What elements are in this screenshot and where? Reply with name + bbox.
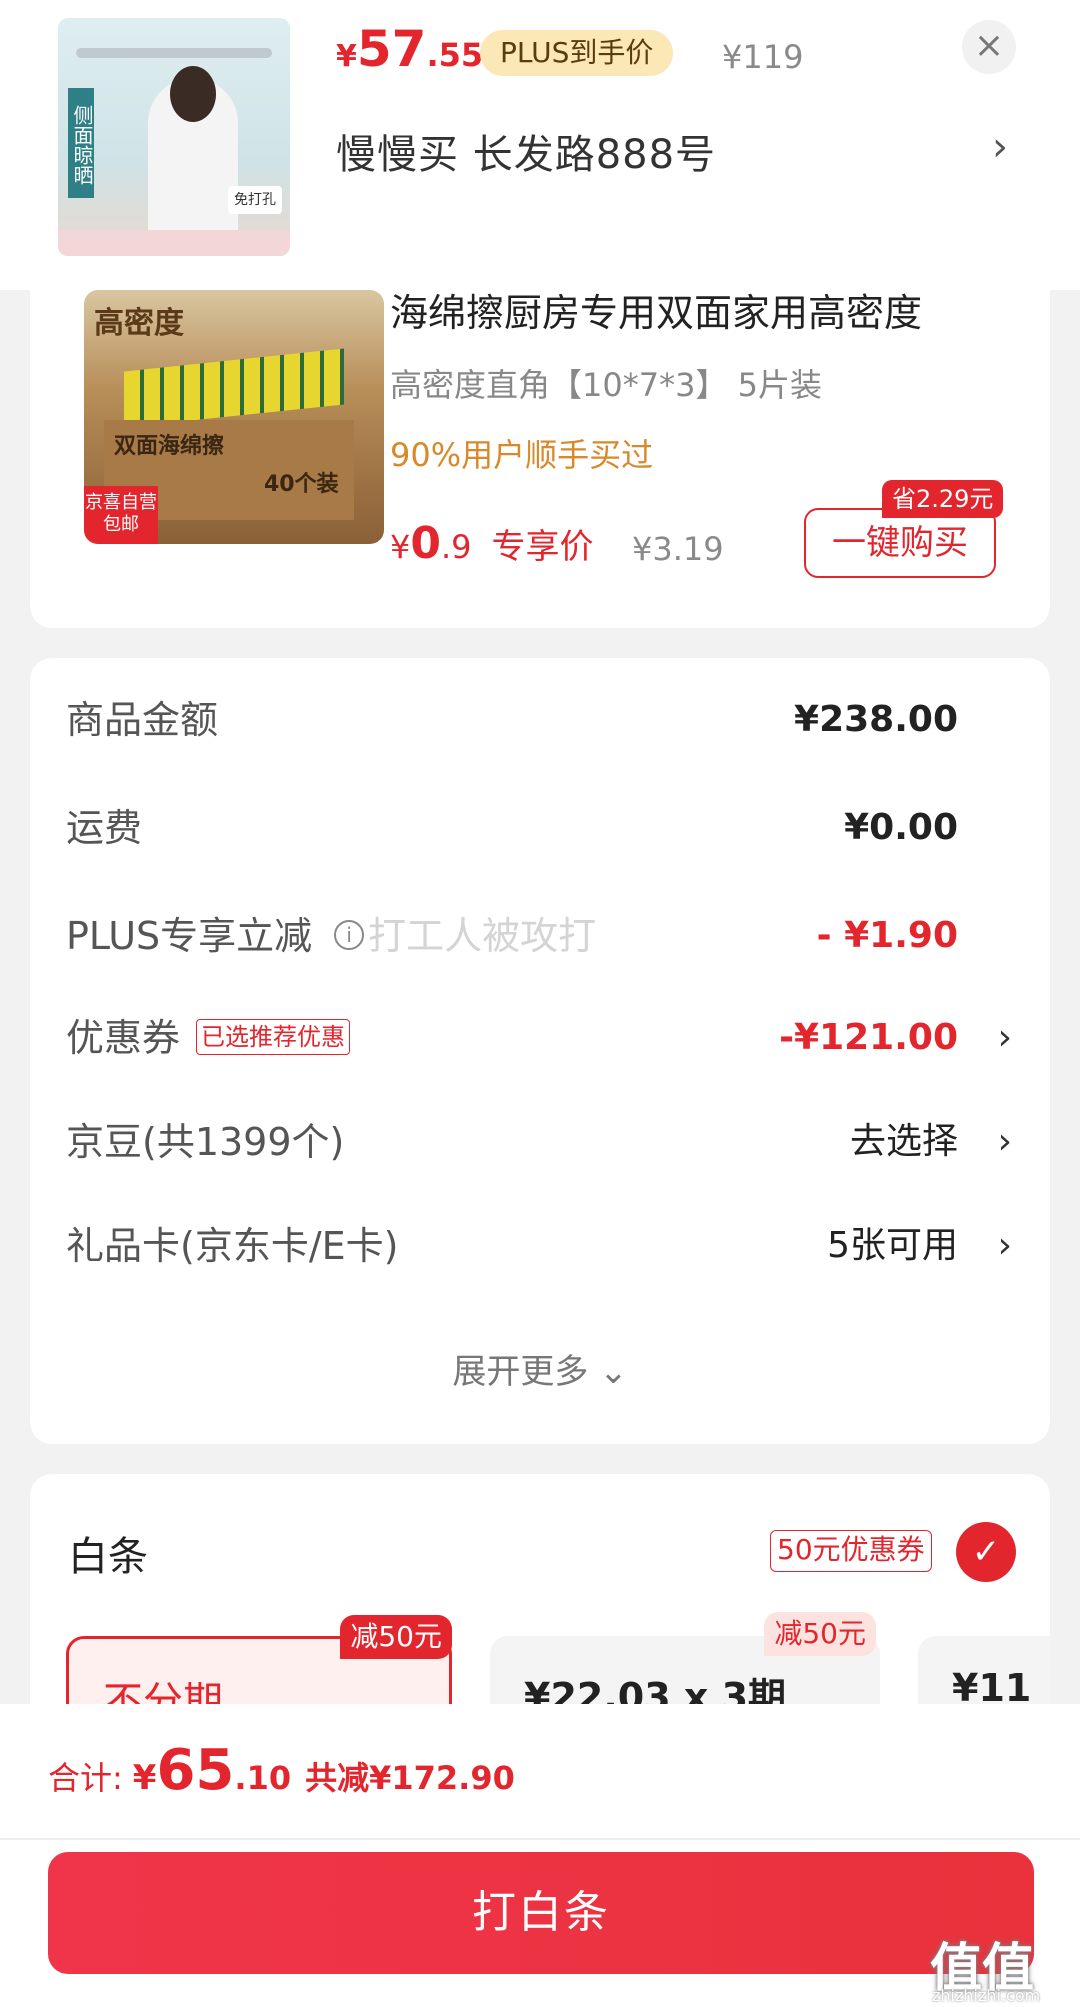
product-price-decimal: .9: [440, 528, 472, 566]
order-summary-card: 商品金额 ¥238.00 运费 ¥0.00 PLUS专享立减 i 打工人被攻打 - …: [30, 658, 1050, 1444]
product-image-box-label: 双面海绵擦: [114, 434, 225, 459]
product-price: ¥ 0 .9 专享价: [390, 518, 594, 569]
plus-discount-value: - ¥1.90: [816, 915, 958, 956]
exclusive-price-label: 专享价: [491, 527, 594, 567]
summary-row-shipping: 运费 ¥0.00: [66, 798, 1016, 858]
top-price: ¥ 57 .55: [336, 20, 483, 78]
chevron-right-icon[interactable]: ›: [992, 124, 1008, 170]
save-amount-tag: 省2.29元: [882, 480, 1004, 518]
total-integer: 65: [156, 1738, 235, 1803]
order-total: 合计: ¥ 65 .10 共减¥172.90: [48, 1738, 515, 1803]
checkout-bar: 合计: ¥ 65 .10 共减¥172.90 打白条 值值值 zhizhizhi…: [0, 1704, 1080, 2007]
top-product-image[interactable]: 侧面晾晒 免打孔: [58, 18, 290, 256]
expand-more-button[interactable]: 展开更多 ⌄: [30, 1344, 1050, 1393]
top-original-price: ¥119: [722, 38, 804, 76]
product-title[interactable]: 海绵擦厨房专用双面家用高密度: [390, 282, 922, 337]
person-head-shape: [170, 66, 216, 122]
one-click-buy-button[interactable]: 一键购买: [804, 508, 996, 578]
image-stamp: 免打孔: [228, 186, 282, 214]
total-currency: ¥: [132, 1758, 157, 1798]
jd-beans-label: 京豆(共1399个): [66, 1120, 345, 1164]
divider: [0, 1838, 1080, 1840]
summary-row-gift-card[interactable]: 礼品卡(京东卡/E卡) 5张可用 ›: [66, 1216, 1016, 1276]
gift-card-label: 礼品卡(京东卡/E卡): [66, 1224, 399, 1268]
plan-discount-tag: 减50元: [340, 1615, 452, 1659]
social-proof: 90%用户顺手买过: [390, 436, 654, 474]
shipping-value: ¥0.00: [844, 807, 958, 848]
total-label: 合计:: [48, 1759, 123, 1797]
goods-amount-label: 商品金额: [66, 698, 219, 742]
pay-with-baitiao-button[interactable]: 打白条: [48, 1852, 1034, 1974]
summary-row-plus-discount: PLUS专享立减 i 打工人被攻打 - ¥1.90: [66, 906, 1016, 966]
sponges-shape: [124, 348, 344, 428]
rod-shape: [76, 48, 272, 58]
product-spec: 高密度直角【10*7*3】 5片装: [390, 366, 822, 404]
summary-row-jd-beans[interactable]: 京豆(共1399个) 去选择 ›: [66, 1112, 1016, 1172]
baitiao-coupon-badge[interactable]: 50元优惠券: [770, 1530, 932, 1572]
product-price-integer: 0: [410, 518, 441, 569]
product-image-count: 40个装: [264, 472, 339, 497]
shipping-label: 运费: [66, 806, 143, 850]
product-price-currency: ¥: [390, 528, 411, 566]
jd-beans-value: 去选择: [849, 1121, 958, 1162]
chevron-right-icon: ›: [997, 1017, 1012, 1058]
total-decimal: .10: [234, 1759, 292, 1797]
top-price-currency: ¥: [336, 39, 357, 74]
total-discount: 共减¥172.90: [305, 1759, 515, 1797]
gift-card-value: 5张可用: [827, 1225, 958, 1266]
summary-row-coupon[interactable]: 优惠券 已选推荐优惠 -¥121.00 ›: [66, 1008, 1016, 1068]
product-image[interactable]: 高密度 双面海绵擦 40个装 京喜自营 包邮: [84, 290, 384, 544]
delivery-address[interactable]: 慢慢买 长发路888号: [336, 122, 716, 180]
summary-row-goods-amount: 商品金额 ¥238.00: [66, 690, 1016, 750]
coupon-label-wrap: 优惠券 已选推荐优惠: [66, 1008, 351, 1068]
plan-discount-tag: 减50元: [764, 1612, 876, 1656]
checkmark-icon[interactable]: ✓: [956, 1522, 1016, 1582]
top-product-bar: 侧面晾晒 免打孔 ¥ 57 .55 PLUS到手价 ¥119 × 慢慢买 长发路…: [0, 0, 1080, 290]
watermark-text: 打工人被攻打: [368, 914, 597, 958]
image-side-tag: 侧面晾晒: [68, 88, 94, 198]
top-price-decimal: .55: [426, 36, 484, 74]
product-image-header: 高密度: [94, 306, 184, 341]
coupon-label: 优惠券: [66, 1016, 181, 1060]
top-price-integer: 57: [356, 20, 427, 78]
coupon-value: -¥121.00: [779, 1017, 958, 1058]
close-icon[interactable]: ×: [962, 20, 1016, 74]
product-original-price: ¥3.19: [632, 530, 724, 568]
info-icon[interactable]: i: [334, 919, 365, 950]
chevron-right-icon: ›: [997, 1225, 1012, 1266]
image-strip: [58, 230, 290, 256]
goods-amount-value: ¥238.00: [794, 699, 958, 740]
site-logo-url: zhizhizhi.com: [932, 1986, 1041, 2005]
chevron-right-icon: ›: [997, 1121, 1012, 1162]
plus-price-badge: PLUS到手价: [480, 30, 674, 76]
plus-discount-label: PLUS专享立减: [66, 914, 313, 958]
recommended-coupon-badge: 已选推荐优惠: [196, 1018, 351, 1055]
baitiao-title: 白条: [68, 1534, 148, 1580]
product-image-badge: 京喜自营 包邮: [84, 486, 158, 544]
plus-discount-label-wrap: PLUS专享立减 i 打工人被攻打: [66, 906, 596, 966]
